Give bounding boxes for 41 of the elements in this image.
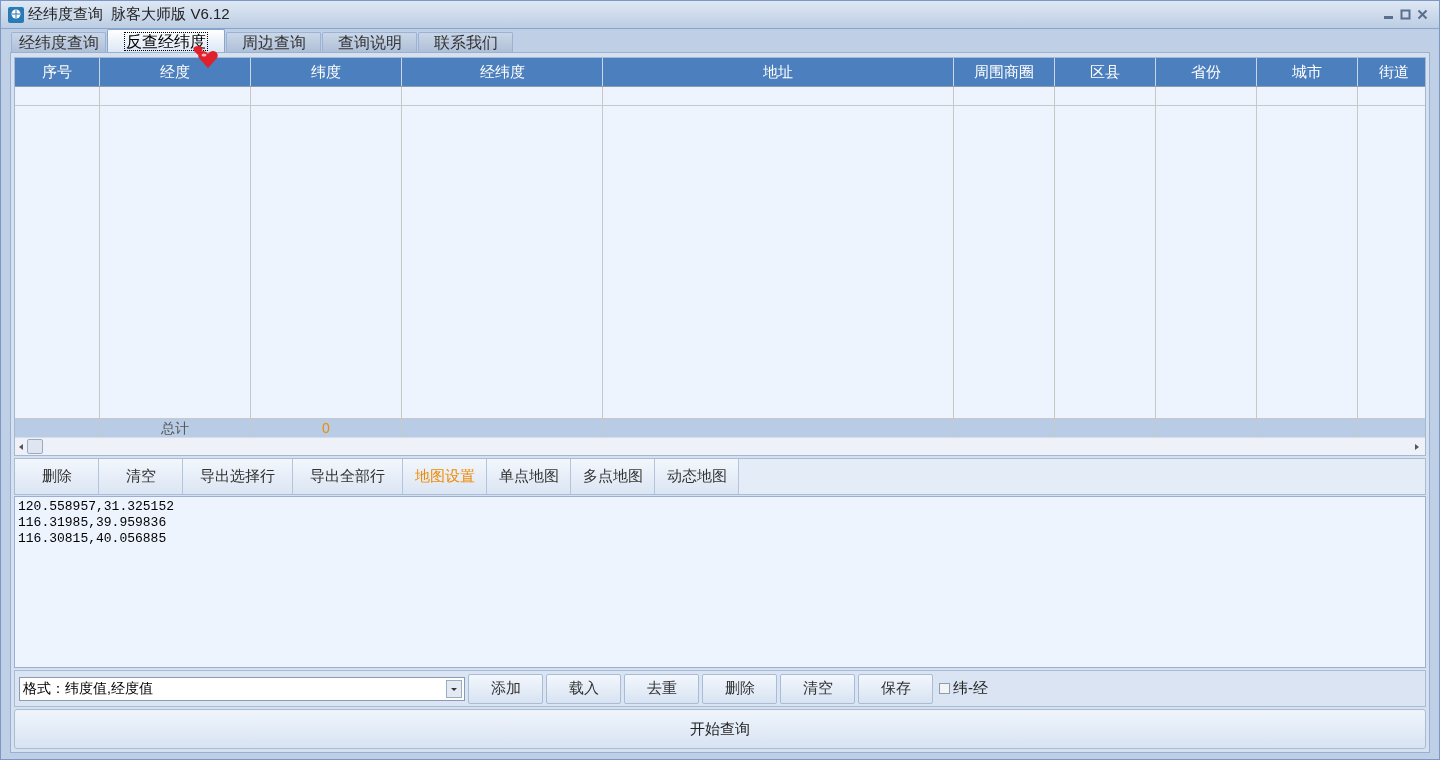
horizontal-scrollbar[interactable] bbox=[15, 437, 1425, 455]
toolbar-button[interactable]: 导出选择行 bbox=[183, 459, 293, 494]
swap-checkbox[interactable]: 纬-经 bbox=[939, 677, 988, 700]
column-header[interactable]: 周围商圈 bbox=[954, 58, 1055, 86]
toolbar-button[interactable]: 多点地图 bbox=[571, 459, 655, 494]
maximize-icon[interactable] bbox=[1400, 9, 1411, 20]
window-title: 经纬度查询 脉客大师版 V6.12 bbox=[28, 4, 230, 25]
column-header[interactable]: 省份 bbox=[1156, 58, 1257, 86]
dropdown-caret-icon[interactable] bbox=[446, 679, 462, 698]
column-header[interactable]: 地址 bbox=[603, 58, 954, 86]
column-header[interactable]: 序号 bbox=[15, 58, 100, 86]
scrollbar-thumb[interactable] bbox=[27, 439, 43, 454]
column-header[interactable]: 街道 bbox=[1358, 58, 1425, 86]
toolbar-button[interactable]: 动态地图 bbox=[655, 459, 739, 494]
toolbar-button[interactable]: 清空 bbox=[99, 459, 183, 494]
coordinate-line: 116.30815,40.056885 bbox=[18, 531, 168, 547]
app-logo-icon bbox=[8, 6, 24, 23]
column-header[interactable]: 经纬度 bbox=[402, 58, 603, 86]
coordinate-line: 116.31985,39.959836 bbox=[18, 515, 168, 531]
start-query-button[interactable]: 开始查询 bbox=[14, 709, 1426, 749]
column-header[interactable]: 纬度 bbox=[251, 58, 402, 86]
toolbar-button[interactable]: 导出全部行 bbox=[293, 459, 403, 494]
action-button[interactable]: 保存 bbox=[858, 673, 933, 704]
tab[interactable]: 周边查询 bbox=[226, 32, 321, 52]
column-header[interactable]: 城市 bbox=[1257, 58, 1358, 86]
tab[interactable]: 查询说明 bbox=[322, 32, 417, 52]
action-button[interactable]: 删除 bbox=[702, 673, 777, 704]
column-header[interactable]: 区县 bbox=[1055, 58, 1156, 86]
tab[interactable]: 经纬度查询 bbox=[11, 32, 106, 52]
coordinates-text-area[interactable]: 120.558957,31.325152 116.31985,39.959836 116.30815,40.056885 bbox=[14, 496, 1426, 668]
tab[interactable]: 联系我们 bbox=[418, 32, 513, 52]
toolbar-button[interactable]: 单点地图 bbox=[487, 459, 571, 494]
action-button[interactable]: 去重 bbox=[624, 673, 699, 704]
format-select[interactable]: 格式：纬度值,经度值 bbox=[19, 676, 465, 701]
toolbar-button[interactable]: 删除 bbox=[15, 459, 99, 494]
column-header[interactable]: 经度 bbox=[100, 58, 251, 86]
close-icon[interactable] bbox=[1417, 9, 1428, 20]
coordinate-line: 120.558957,31.325152 bbox=[18, 499, 176, 515]
action-button[interactable]: 添加 bbox=[468, 673, 543, 704]
action-button[interactable]: 清空 bbox=[780, 673, 855, 704]
action-button[interactable]: 载入 bbox=[546, 673, 621, 704]
